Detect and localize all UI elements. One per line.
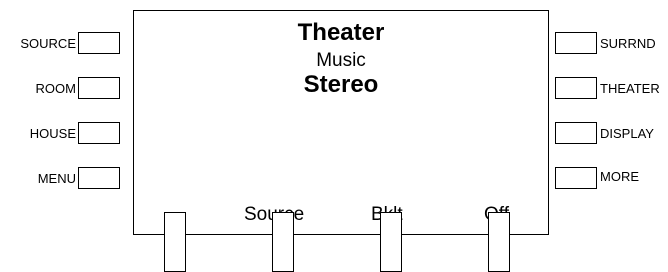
display-line-mode: Theater [297,19,385,46]
display-line-effect: Stereo [303,71,379,98]
display-button[interactable] [555,122,597,144]
lcd-display: Theater Music Stereo Source Bklt Off [133,10,549,235]
more-label: MORE [600,169,639,184]
surrnd-button[interactable] [555,32,597,54]
theater-label: THEATER [600,81,660,96]
menu-button[interactable] [78,167,120,189]
softkey-button-3[interactable] [380,212,402,272]
source-button[interactable] [78,32,120,54]
more-button[interactable] [555,167,597,189]
display-label: DISPLAY [600,126,654,141]
softkey-button-1[interactable] [164,212,186,272]
softkey-button-2[interactable] [272,212,294,272]
softkey-button-4[interactable] [488,212,510,272]
room-label: ROOM [35,81,76,96]
house-label: HOUSE [29,126,76,141]
source-label: SOURCE [20,36,76,51]
room-button[interactable] [78,77,120,99]
theater-button[interactable] [555,77,597,99]
menu-label: MENU [37,171,76,186]
house-button[interactable] [78,122,120,144]
surrnd-label: SURRND [600,36,656,51]
